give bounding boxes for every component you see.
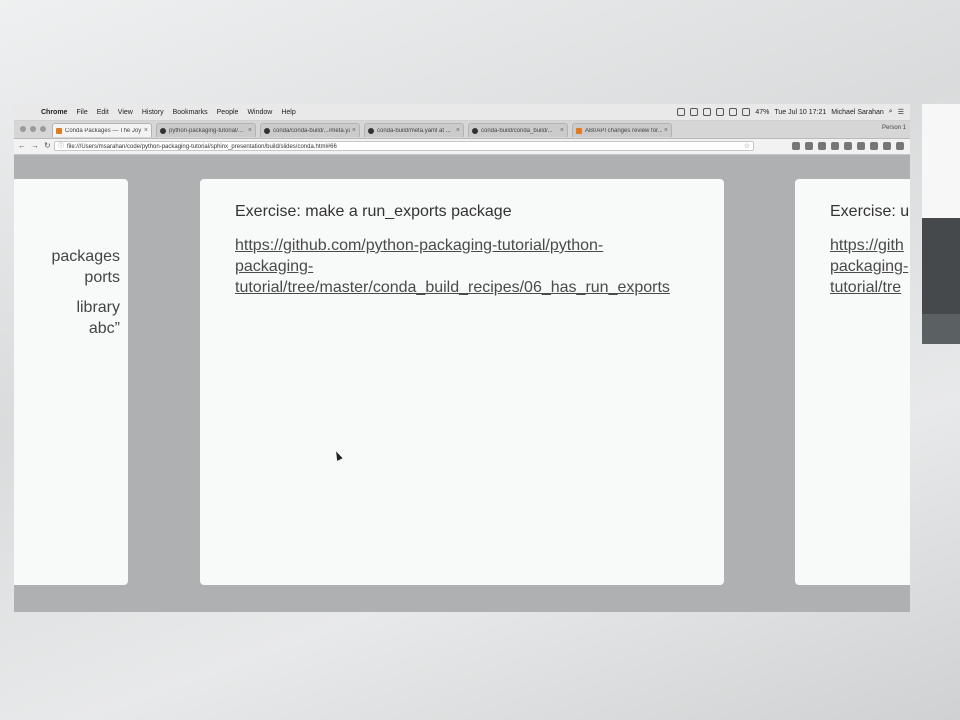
side-panel-light [922,104,960,218]
document-icon [56,127,62,134]
forward-icon[interactable]: → [31,141,39,150]
github-icon [264,127,270,134]
menu-icon[interactable] [896,142,904,150]
close-tab-icon[interactable]: × [664,127,668,134]
close-tab-icon[interactable]: × [144,127,148,134]
browser-toolbar: ← → ↻ ⓘ file:///Users/msarahan/code/pyth… [14,139,910,155]
menubar-status-area: 47% Tue Jul 10 17:21 Michael Sarahan ⌕ ☰ [677,104,904,120]
window-controls [20,126,46,132]
clock[interactable]: Tue Jul 10 17:21 [774,109,826,116]
extension-icon[interactable] [857,142,865,150]
extension-icon[interactable] [831,142,839,150]
zoom-window-icon[interactable] [40,126,46,132]
extension-icon[interactable] [844,142,852,150]
github-icon [368,127,374,134]
menu-file[interactable]: File [76,109,87,116]
extension-icons [792,142,904,150]
tray-icon[interactable] [690,108,699,116]
previous-slide[interactable]: packages ports library abc” [14,179,128,585]
tab-conda-packages[interactable]: Conda Packages — The Joy of... × [52,123,152,137]
menu-view[interactable]: View [118,109,133,116]
menu-people[interactable]: People [217,109,239,116]
mac-menubar: Chrome File Edit View History Bookmarks … [14,104,910,121]
tray-icon[interactable] [703,108,712,116]
tab-conda-build-meta[interactable]: conda-build/meta.yaml at ... × [364,123,464,137]
profile-button[interactable]: Person 1 [882,125,906,131]
close-window-icon[interactable] [20,126,26,132]
github-icon [160,127,166,134]
tab-python-packaging-tutorial[interactable]: python-packaging-tutorial/... × [156,123,256,137]
menubar-user[interactable]: Michael Sarahan [831,109,884,116]
battery-percent[interactable]: 47% [755,109,769,116]
bottom-strip [14,592,910,612]
slide-link-line-2[interactable]: packaging- [830,256,908,277]
tab-abi-api-changes[interactable]: ABI/API changes review for... × [572,123,672,137]
navigation-buttons: ← → ↻ [18,141,51,150]
menu-history[interactable]: History [142,109,164,116]
slide-title: Exercise: u [830,203,910,220]
menu-help[interactable]: Help [281,109,295,116]
address-bar[interactable]: ⓘ file:///Users/msarahan/code/python-pac… [54,141,754,151]
menu-window[interactable]: Window [247,109,272,116]
close-tab-icon[interactable]: × [248,127,252,134]
slide-link-line-2[interactable]: packaging- [235,256,313,277]
notification-center-icon[interactable]: ☰ [898,108,904,116]
tray-icon[interactable] [716,108,725,116]
page-info-icon[interactable]: ⓘ [58,142,64,150]
slide-text: abc” [88,320,120,337]
tab-strip: Conda Packages — The Joy of... × python-… [14,121,910,139]
slide-text: packages [51,248,121,265]
minimize-window-icon[interactable] [30,126,36,132]
extension-icon[interactable] [805,142,813,150]
tray-icon[interactable] [677,108,686,116]
extension-icon[interactable] [818,142,826,150]
slide-text: ports [84,269,120,286]
volume-icon[interactable] [742,108,751,116]
menu-bookmarks[interactable]: Bookmarks [173,109,208,116]
tab-meta-yaml[interactable]: conda/conda-build/.../meta.yaml × [260,123,360,137]
menu-edit[interactable]: Edit [97,109,109,116]
extension-icon[interactable] [870,142,878,150]
slide-title: Exercise: make a run_exports package [235,203,512,220]
extension-icon[interactable] [883,142,891,150]
abi-icon [576,127,582,134]
screen: Chrome File Edit View History Bookmarks … [14,104,910,612]
close-tab-icon[interactable]: × [352,127,356,134]
slide-link-line-3[interactable]: tutorial/tre [830,277,901,298]
tab-conda-build-source[interactable]: conda-build/conda_build/... × [468,123,568,137]
slide-link-line-3[interactable]: tutorial/tree/master/conda_build_recipes… [235,277,670,298]
spotlight-icon[interactable]: ⌕ [889,108,893,116]
side-panel-dark [922,218,960,314]
side-panel-shadow [922,314,960,344]
wifi-icon[interactable] [729,108,738,116]
next-slide[interactable]: Exercise: u https://gith packaging- tuto… [795,179,910,585]
address-url: file:///Users/msarahan/code/python-packa… [67,144,337,150]
bookmark-star-icon[interactable]: ☆ [744,142,750,150]
extension-icon[interactable] [792,142,800,150]
back-icon[interactable]: ← [18,141,26,150]
slide-link-line-1[interactable]: https://gith [830,235,904,256]
close-tab-icon[interactable]: × [560,127,564,134]
reload-icon[interactable]: ↻ [44,141,51,150]
slide-text: library [76,299,120,316]
github-icon [472,127,478,134]
current-slide: Exercise: make a run_exports package htt… [200,179,724,585]
menu-chrome[interactable]: Chrome [41,109,67,116]
close-tab-icon[interactable]: × [456,127,460,134]
slide-link-line-1[interactable]: https://github.com/python-packaging-tuto… [235,235,603,256]
